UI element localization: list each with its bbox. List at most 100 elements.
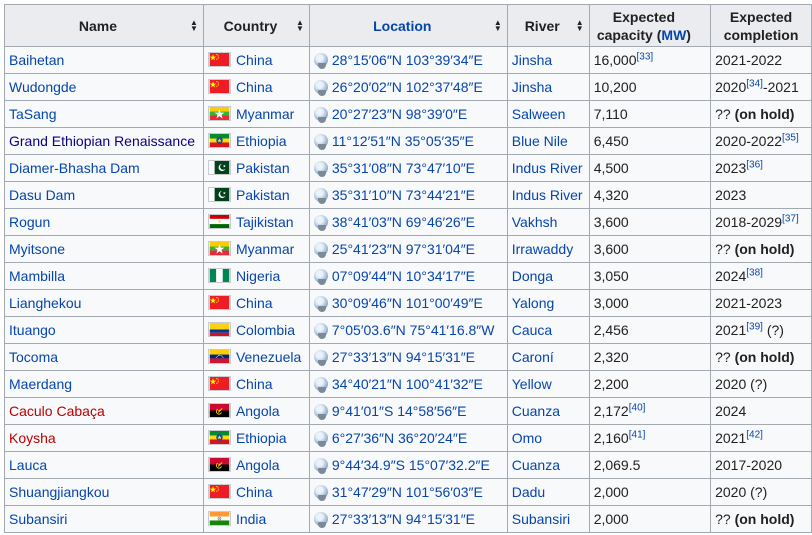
location-header-link[interactable]: Location: [373, 18, 431, 34]
dam-name-link[interactable]: Mambilla: [9, 268, 65, 284]
coordinates-link[interactable]: 35°31′08″N 73°47′10″E: [332, 160, 475, 176]
reference-link[interactable]: [39]: [746, 321, 763, 332]
river-link[interactable]: Cauca: [512, 322, 552, 338]
dam-name-link[interactable]: Koysha: [9, 430, 56, 446]
river-link[interactable]: Blue Nile: [512, 133, 568, 149]
country-link[interactable]: China: [236, 79, 273, 95]
country-link[interactable]: Venezuela: [236, 349, 301, 365]
country-link[interactable]: India: [236, 511, 266, 527]
globe-icon[interactable]: [313, 404, 328, 420]
country-link[interactable]: Pakistan: [236, 187, 290, 203]
dam-name-link[interactable]: Caculo Cabaça: [9, 403, 105, 419]
reference-link[interactable]: [33]: [637, 51, 654, 62]
globe-icon[interactable]: [313, 296, 328, 312]
coordinates-link[interactable]: 11°12′51″N 35°05′35″E: [332, 133, 474, 149]
globe-icon[interactable]: [313, 215, 328, 231]
column-header-river[interactable]: River ▲ ▼: [506, 4, 590, 47]
dam-name-link[interactable]: Ituango: [9, 322, 56, 338]
reference-link[interactable]: [38]: [746, 267, 763, 278]
globe-icon[interactable]: [313, 242, 328, 258]
coordinates-link[interactable]: 9°44′34.9″S 15°07′32.2″E: [332, 457, 490, 473]
column-header-country[interactable]: Country ▲ ▼: [202, 4, 310, 47]
sort-icon[interactable]: ▲ ▼: [296, 18, 304, 32]
dam-name-link[interactable]: Diamer-Bhasha Dam: [9, 160, 140, 176]
sort-icon[interactable]: ▲ ▼: [576, 18, 584, 32]
coordinates-link[interactable]: 28°15′06″N 103°39′34″E: [332, 52, 483, 68]
coordinates-link[interactable]: 31°47′29″N 101°56′03″E: [332, 484, 483, 500]
country-link[interactable]: Myanmar: [236, 241, 294, 257]
river-link[interactable]: Irrawaddy: [512, 241, 573, 257]
reference-link[interactable]: [42]: [746, 429, 763, 440]
globe-icon[interactable]: [313, 107, 328, 123]
river-link[interactable]: Jinsha: [512, 79, 552, 95]
river-link[interactable]: Cuanza: [512, 403, 560, 419]
reference-link[interactable]: [41]: [629, 429, 646, 440]
river-link[interactable]: Vakhsh: [512, 214, 558, 230]
globe-icon[interactable]: [313, 512, 328, 528]
coordinates-link[interactable]: 9°41′01″S 14°58′56″E: [332, 403, 467, 419]
country-link[interactable]: Colombia: [236, 322, 295, 338]
country-link[interactable]: Pakistan: [236, 160, 290, 176]
dam-name-link[interactable]: Tocoma: [9, 349, 58, 365]
coordinates-link[interactable]: 26°20′02″N 102°37′48″E: [332, 79, 483, 95]
coordinates-link[interactable]: 25°41′23″N 97°31′04″E: [332, 241, 475, 257]
reference-link[interactable]: [35]: [782, 132, 799, 143]
river-link[interactable]: Subansiri: [512, 511, 570, 527]
reference-link[interactable]: [34]: [746, 78, 763, 89]
country-link[interactable]: Myanmar: [236, 106, 294, 122]
column-header-completion[interactable]: Expected completion: [710, 4, 812, 47]
column-header-location[interactable]: Location ▲ ▼: [308, 4, 508, 47]
coordinates-link[interactable]: 07°09′44″N 10°34′17″E: [332, 268, 475, 284]
coordinates-link[interactable]: 30°09′46″N 101°00′49″E: [332, 295, 483, 311]
country-link[interactable]: China: [236, 376, 273, 392]
dam-name-link[interactable]: Wudongde: [9, 79, 76, 95]
globe-icon[interactable]: [313, 269, 328, 285]
globe-icon[interactable]: [313, 377, 328, 393]
river-link[interactable]: Salween: [512, 106, 566, 122]
dam-name-link[interactable]: Lianghekou: [9, 295, 81, 311]
dam-name-link[interactable]: Subansiri: [9, 511, 67, 527]
river-link[interactable]: Indus River: [512, 187, 583, 203]
country-link[interactable]: Tajikistan: [236, 214, 294, 230]
coordinates-link[interactable]: 27°33′13″N 94°15′31″E: [332, 349, 475, 365]
coordinates-link[interactable]: 27°33′13″N 94°15′31″E: [332, 511, 475, 527]
sort-icon[interactable]: ▲ ▼: [190, 18, 198, 32]
globe-icon[interactable]: [313, 80, 328, 96]
river-link[interactable]: Dadu: [512, 484, 545, 500]
river-link[interactable]: Omo: [512, 430, 542, 446]
column-header-name[interactable]: Name ▲ ▼: [4, 4, 204, 47]
river-link[interactable]: Indus River: [512, 160, 583, 176]
dam-name-link[interactable]: Dasu Dam: [9, 187, 75, 203]
country-link[interactable]: China: [236, 52, 273, 68]
globe-icon[interactable]: [313, 53, 328, 69]
reference-link[interactable]: [36]: [746, 159, 763, 170]
dam-name-link[interactable]: Lauca: [9, 457, 47, 473]
dam-name-link[interactable]: Grand Ethiopian Renaissance: [9, 133, 195, 149]
globe-icon[interactable]: [313, 161, 328, 177]
dam-name-link[interactable]: Myitsone: [9, 241, 65, 257]
column-header-capacity[interactable]: Expected capacity (MW): [588, 4, 712, 47]
river-link[interactable]: Yellow: [512, 376, 552, 392]
country-link[interactable]: Ethiopia: [236, 430, 287, 446]
dam-name-link[interactable]: TaSang: [9, 106, 56, 122]
coordinates-link[interactable]: 35°31′10″N 73°44′21″E: [332, 187, 475, 203]
country-link[interactable]: Ethiopia: [236, 133, 287, 149]
coordinates-link[interactable]: 20°27′23″N 98°39′0″E: [332, 106, 467, 122]
river-link[interactable]: Donga: [512, 268, 553, 284]
sort-icon[interactable]: ▲ ▼: [494, 18, 502, 32]
dam-name-link[interactable]: Maerdang: [9, 376, 72, 392]
river-link[interactable]: Jinsha: [512, 52, 552, 68]
globe-icon[interactable]: [313, 350, 328, 366]
globe-icon[interactable]: [313, 188, 328, 204]
dam-name-link[interactable]: Rogun: [9, 214, 50, 230]
globe-icon[interactable]: [313, 134, 328, 150]
coordinates-link[interactable]: 38°41′03″N 69°46′26″E: [332, 214, 475, 230]
reference-link[interactable]: [37]: [782, 213, 799, 224]
dam-name-link[interactable]: Shuangjiangkou: [9, 484, 109, 500]
country-link[interactable]: Angola: [236, 403, 280, 419]
country-link[interactable]: Angola: [236, 457, 280, 473]
globe-icon[interactable]: [313, 485, 328, 501]
globe-icon[interactable]: [313, 458, 328, 474]
country-link[interactable]: Nigeria: [236, 268, 280, 284]
country-link[interactable]: China: [236, 484, 273, 500]
